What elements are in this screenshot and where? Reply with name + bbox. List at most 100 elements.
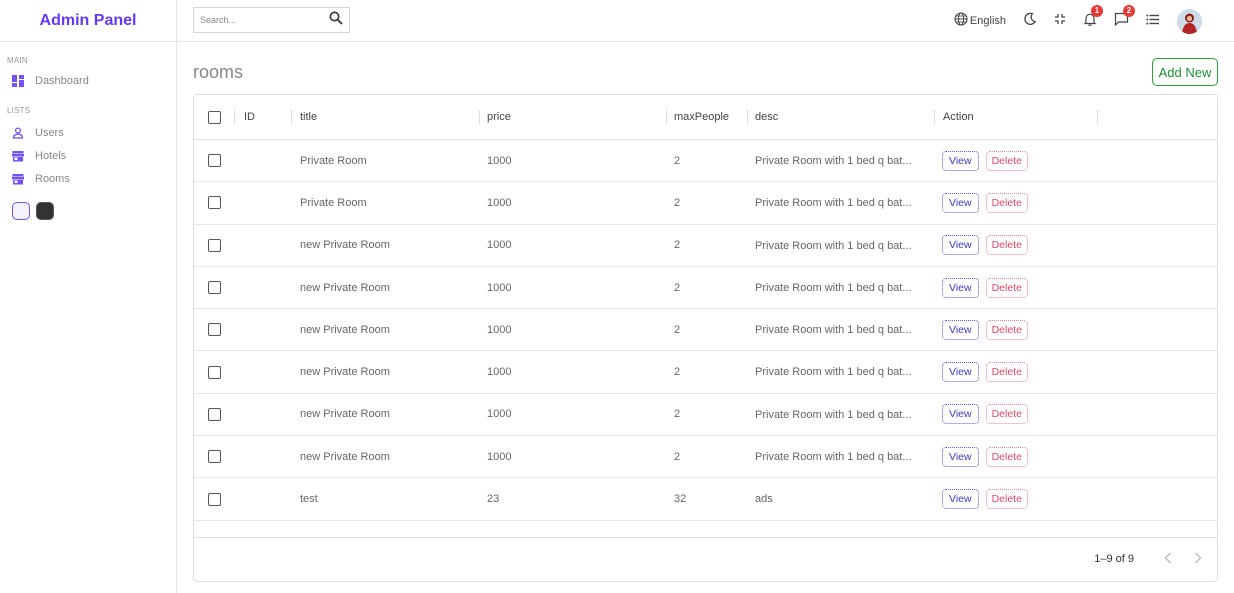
column-separator[interactable] [666,110,667,124]
view-button[interactable]: View [942,319,979,340]
column-header-id[interactable]: ID [244,95,255,139]
column-separator[interactable] [934,110,935,124]
logo-area: Admin Panel [0,0,176,42]
table-row[interactable]: test 23 32 ads View Delete [194,478,1217,521]
column-separator[interactable] [234,110,235,124]
delete-button[interactable]: Delete [985,362,1028,383]
messages-button[interactable]: 2 [1114,4,1135,31]
dark-mode-toggle[interactable] [1023,12,1037,31]
view-button[interactable]: View [942,235,979,256]
sidebar-item-dashboard[interactable]: Dashboard [7,69,176,92]
cell-title: Private Room [300,154,367,167]
cell-title: new Private Room [300,450,390,463]
cell-action: View Delete [942,225,1028,266]
column-header-price[interactable]: price [487,95,511,139]
row-checkbox[interactable] [208,281,221,295]
row-checkbox[interactable] [208,323,221,337]
delete-button[interactable]: Delete [985,404,1028,425]
row-checkbox[interactable] [208,450,221,464]
add-new-button[interactable]: Add New [1152,58,1218,86]
delete-button[interactable]: Delete [985,192,1028,213]
fullscreen-exit-icon [1054,12,1066,30]
cell-desc: Private Room with 1 bed q bat... [755,239,912,252]
row-select-cell [208,182,221,223]
view-button[interactable]: View [942,192,979,213]
cell-title: Private Room [300,196,367,209]
avatar[interactable] [1177,8,1202,34]
row-checkbox[interactable] [208,154,221,168]
table-row[interactable]: new Private Room 1000 2 Private Room with 1… [194,351,1217,394]
column-header-maxpeople[interactable]: maxPeople [674,95,729,139]
cell-title: new Private Room [300,281,390,294]
table-row[interactable]: new Private Room 1000 2 Private Room with 1… [194,267,1217,310]
view-button[interactable]: View [942,362,979,383]
table-row[interactable]: new Private Room 1000 2 Private Room with 1… [194,309,1217,352]
grid-header: ID title price maxPeople desc Action [194,95,1217,140]
column-separator[interactable] [479,110,480,124]
sidebar-item-hotels[interactable]: Hotels [7,144,176,167]
delete-button[interactable]: Delete [985,277,1028,298]
view-button[interactable]: View [942,446,979,467]
select-all-checkbox[interactable] [208,110,221,124]
cell-action: View Delete [942,436,1028,477]
column-header-desc[interactable]: desc [755,95,778,139]
column-separator[interactable] [747,110,748,124]
cell-desc: Private Room with 1 bed q bat... [755,197,912,210]
table-row[interactable]: new Private Room 1000 2 Private Room with 1… [194,394,1217,437]
table-row[interactable]: Private Room 1000 2 Private Room with 1 bed… [194,140,1217,183]
sidebar-section-main: MAIN Dashboard [0,56,176,92]
sidebar-item-users[interactable]: Users [7,121,176,144]
column-header-title[interactable]: title [300,95,317,139]
search-input[interactable] [200,15,329,25]
view-button[interactable]: View [942,150,979,171]
cell-maxpeople: 32 [674,493,687,506]
view-button[interactable]: View [942,277,979,298]
column-separator[interactable] [1097,110,1098,124]
cell-action: View Delete [942,267,1028,308]
view-button[interactable]: View [942,404,979,425]
row-checkbox[interactable] [208,196,221,210]
table-row[interactable]: new Private Room 1000 2 Private Room with 1… [194,225,1217,267]
cell-price: 1000 [487,408,512,421]
sidebar-item-label: Rooms [35,172,70,185]
table-row[interactable]: Private Room 1000 2 Private Room with 1 bed… [194,182,1217,225]
table-row[interactable]: new Private Room 1000 2 Private Room with 1… [194,436,1217,479]
next-page-button[interactable] [1194,551,1202,567]
delete-button[interactable]: Delete [985,319,1028,340]
messages-badge: 2 [1123,4,1135,17]
notifications-button[interactable]: 1 [1083,4,1103,31]
column-header-action[interactable]: Action [943,95,974,139]
column-separator[interactable] [291,110,292,124]
chevron-right-icon [1195,552,1202,564]
delete-button[interactable]: Delete [985,489,1028,510]
delete-button[interactable]: Delete [985,446,1028,467]
cell-price: 1000 [487,450,512,463]
list-menu-button[interactable] [1146,12,1159,30]
navbar: English 1 2 [177,0,1234,42]
user-icon [12,126,24,139]
cell-desc: Private Room with 1 bed q bat... [755,324,912,337]
row-checkbox[interactable] [208,238,221,252]
previous-page-button[interactable] [1164,551,1172,567]
cell-desc: Private Room with 1 bed q bat... [755,366,912,379]
row-checkbox[interactable] [208,365,221,379]
cell-title: new Private Room [300,408,390,421]
language-selector[interactable]: English [954,11,1006,31]
globe-icon [954,11,968,31]
light-theme-button[interactable] [12,202,30,220]
dark-theme-button[interactable] [36,202,54,220]
sidebar-item-rooms[interactable]: Rooms [7,167,176,190]
view-button[interactable]: View [942,489,979,510]
cell-price: 1000 [487,196,512,209]
search-icon[interactable] [329,11,343,30]
row-checkbox[interactable] [208,407,221,421]
row-checkbox[interactable] [208,492,221,506]
cell-title: new Private Room [300,323,390,336]
row-select-cell [208,309,221,350]
row-select-cell [208,140,221,181]
delete-button[interactable]: Delete [985,235,1028,256]
fullscreen-exit-button[interactable] [1054,12,1066,30]
delete-button[interactable]: Delete [985,150,1028,171]
sidebar-item-label: Users [35,126,64,139]
logo[interactable]: Admin Panel [40,12,137,30]
